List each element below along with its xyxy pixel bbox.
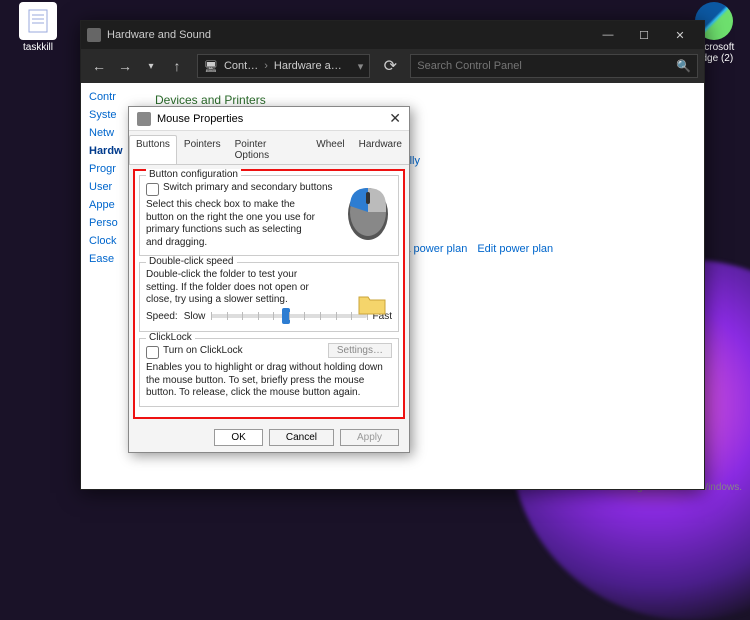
button-configuration-group: Button configuration Switch primary and … [139, 175, 399, 256]
cancel-button[interactable]: Cancel [269, 429, 334, 446]
switch-buttons-label: Switch primary and secondary buttons [163, 182, 333, 193]
slow-label: Slow [184, 311, 206, 322]
test-folder-icon[interactable] [358, 293, 386, 315]
close-button[interactable]: ✕ [662, 21, 698, 49]
address-bar[interactable]: 🖥 Cont… › Hardware a… ▾ [197, 54, 370, 78]
dialog-button-row: OK Cancel Apply [129, 423, 409, 452]
clicklock-label: Turn on ClickLock [163, 345, 243, 356]
window-title: Hardware and Sound [107, 29, 211, 41]
category-heading[interactable]: Devices and Printers [155, 93, 690, 107]
clicklock-desc: Enables you to highlight or drag without… [146, 362, 392, 400]
dblclick-desc: Double-click the folder to test your set… [146, 269, 321, 307]
control-panel-icon [87, 28, 101, 42]
ok-button[interactable]: OK [214, 429, 262, 446]
dialog-titlebar[interactable]: Mouse Properties ✕ [129, 107, 409, 131]
clicklock-settings-button: Settings… [328, 343, 392, 358]
search-box[interactable]: 🔍 [410, 54, 698, 78]
search-icon[interactable]: 🔍 [676, 59, 691, 73]
tab-strip: ButtonsPointersPointer OptionsWheelHardw… [129, 131, 409, 165]
control-panel-link[interactable]: Edit power plan [477, 243, 553, 255]
window-titlebar[interactable]: Hardware and Sound ― ☐ ✕ [81, 21, 704, 49]
back-button[interactable]: ← [87, 54, 111, 78]
mouse-icon [137, 112, 151, 126]
maximize-button[interactable]: ☐ [626, 21, 662, 49]
switch-buttons-checkbox[interactable] [146, 183, 159, 196]
mouse-illustration [344, 182, 392, 242]
tab-pointers[interactable]: Pointers [177, 135, 228, 164]
mouse-properties-dialog: Mouse Properties ✕ ButtonsPointersPointe… [128, 106, 410, 453]
speed-slider[interactable] [211, 314, 366, 318]
up-button[interactable]: ↑ [165, 54, 189, 78]
chevron-down-icon[interactable]: ▾ [358, 60, 364, 73]
tab-pointer-options[interactable]: Pointer Options [228, 135, 310, 164]
clicklock-checkbox[interactable] [146, 346, 159, 359]
dialog-title: Mouse Properties [157, 113, 243, 125]
forward-button[interactable]: → [113, 54, 137, 78]
category-link[interactable]: Contr [89, 91, 141, 103]
search-input[interactable] [417, 60, 672, 72]
double-click-speed-group: Double-click speed Double-click the fold… [139, 262, 399, 332]
switch-buttons-desc: Select this check box to make the button… [146, 199, 316, 249]
clicklock-group: ClickLock Settings… Turn on ClickLock En… [139, 338, 399, 407]
address-root-icon: 🖥 [204, 60, 218, 73]
desktop-icon-label: taskkill [23, 42, 53, 53]
tab-wheel[interactable]: Wheel [309, 135, 351, 164]
buttons-tab-panel: Button configuration Switch primary and … [133, 169, 405, 419]
minimize-button[interactable]: ― [590, 21, 626, 49]
apply-button[interactable]: Apply [340, 429, 399, 446]
chevron-right-icon: › [264, 60, 268, 72]
text-file-icon [19, 2, 57, 40]
nav-toolbar: ← → ▾ ↑ 🖥 Cont… › Hardware a… ▾ ⟳ 🔍 [81, 49, 704, 83]
desktop-icon-taskkill[interactable]: taskkill [8, 2, 68, 53]
close-icon[interactable]: ✕ [389, 110, 401, 127]
tab-buttons[interactable]: Buttons [129, 135, 177, 164]
recent-dropdown[interactable]: ▾ [139, 54, 163, 78]
speed-caption: Speed: [146, 311, 178, 322]
tab-hardware[interactable]: Hardware [352, 135, 409, 164]
refresh-button[interactable]: ⟳ [378, 56, 402, 76]
